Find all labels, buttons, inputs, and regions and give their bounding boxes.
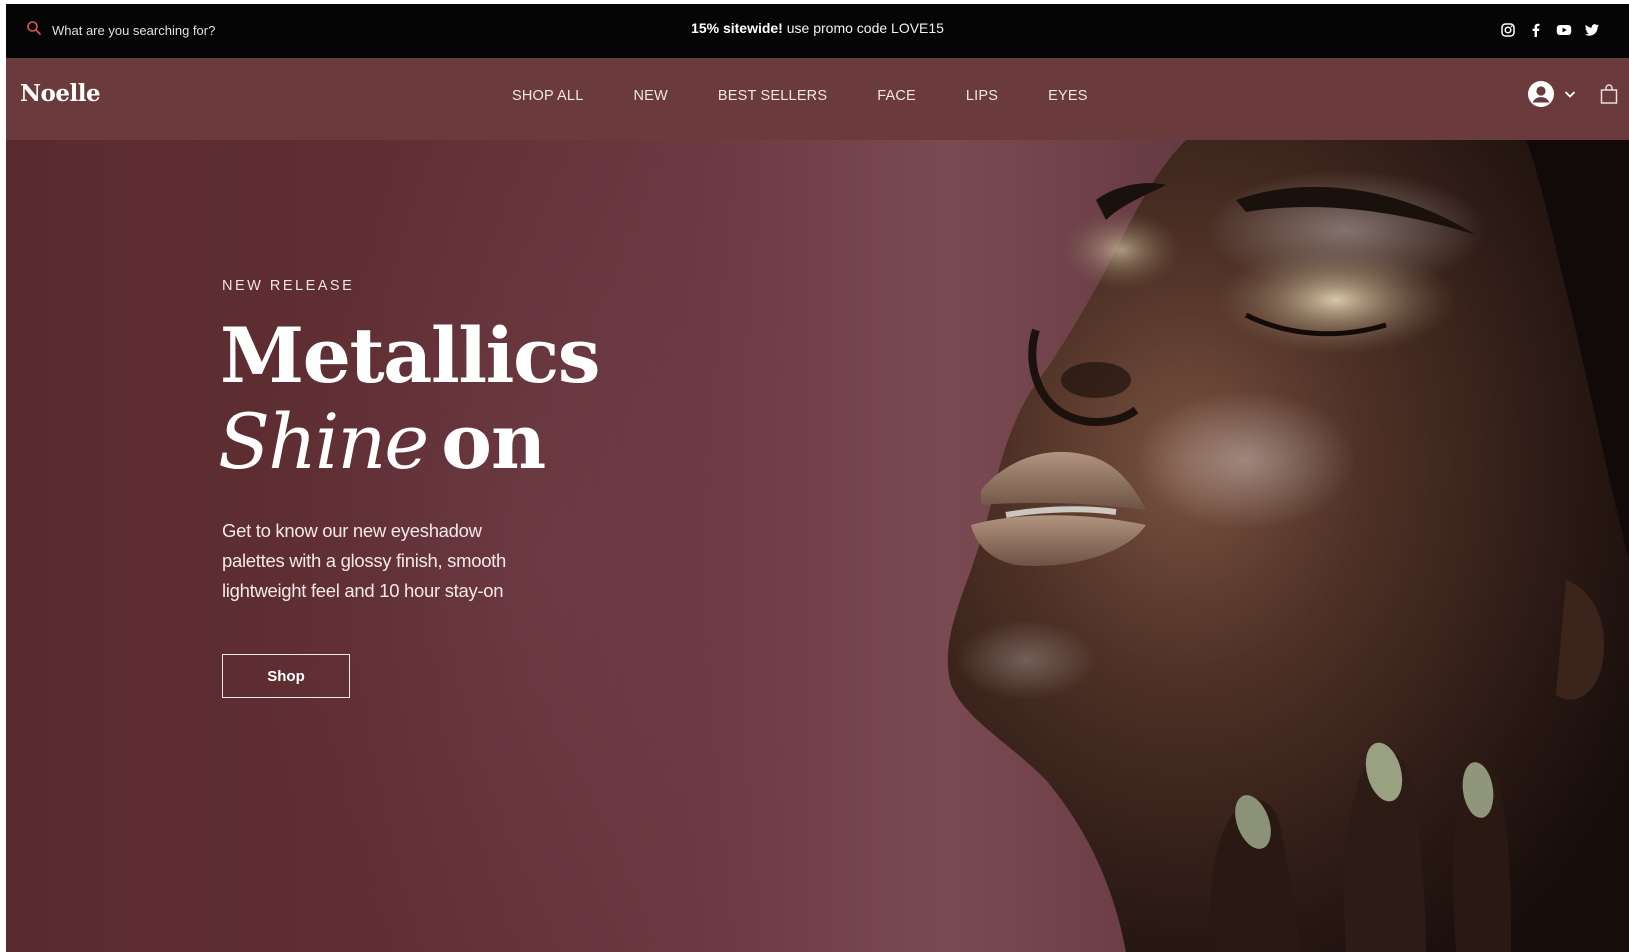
hero-banner: NEW RELEASE Metallics Shine on Get to kno…: [6, 140, 1629, 952]
nav-item-best-sellers[interactable]: BEST SELLERS: [718, 88, 827, 104]
hero-eyebrow: NEW RELEASE: [222, 278, 355, 294]
shop-button[interactable]: Shop: [222, 654, 350, 698]
nav-item-eyes[interactable]: EYES: [1048, 88, 1088, 104]
twitter-icon[interactable]: [1583, 21, 1601, 39]
hero-title-line2: Shine on: [218, 402, 546, 482]
nav-item-face[interactable]: FACE: [877, 88, 916, 104]
promo-bold-text: 15% sitewide!: [691, 20, 783, 36]
chevron-down-icon[interactable]: [1563, 87, 1577, 101]
facebook-icon[interactable]: [1527, 21, 1545, 39]
hero-description: Get to know our new eyeshadow palettes w…: [222, 520, 507, 601]
nav-actions: [1527, 80, 1619, 108]
youtube-icon[interactable]: [1555, 21, 1573, 39]
hero-title-italic: Shine: [218, 397, 429, 486]
instagram-icon[interactable]: [1499, 21, 1517, 39]
nav-item-new[interactable]: NEW: [633, 88, 667, 104]
hero-title: Metallics: [220, 311, 601, 400]
social-links: [1499, 21, 1601, 39]
nav-item-lips[interactable]: LIPS: [966, 88, 998, 104]
page-frame: 15% sitewide! use promo code LOVE15 Noel…: [6, 4, 1629, 952]
main-nav: Noelle SHOP ALL NEW BEST SELLERS FACE LI…: [6, 58, 1629, 140]
nav-item-shop-all[interactable]: SHOP ALL: [512, 88, 583, 104]
announcement-bar: 15% sitewide! use promo code LOVE15: [6, 4, 1629, 58]
nav-menu: SHOP ALL NEW BEST SELLERS FACE LIPS EYES: [512, 88, 1138, 104]
brand-logo[interactable]: Noelle: [20, 80, 101, 107]
promo-banner: 15% sitewide! use promo code LOVE15: [6, 20, 1629, 36]
cart-icon[interactable]: [1599, 83, 1619, 105]
hero-title-bold: on: [441, 397, 546, 486]
account-icon[interactable]: [1527, 80, 1555, 108]
promo-text: use promo code LOVE15: [782, 20, 944, 36]
